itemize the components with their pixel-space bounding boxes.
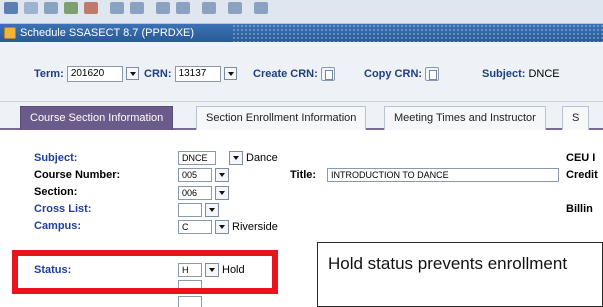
ceu-label: CEU I [566,152,596,164]
course-number-dropdown-icon[interactable] [215,168,229,182]
tab-course-section-information[interactable]: Course Section Information [20,106,174,130]
tab-next[interactable]: S [562,106,590,130]
create-crn-label: Create CRN: [253,68,318,80]
course-number-input[interactable]: 005 [178,168,212,182]
insert-record-icon[interactable] [64,2,78,14]
crn-dropdown-icon[interactable] [223,67,237,80]
status-highlight-box [12,250,278,294]
subject-key-group: Subject: DNCE [482,66,560,82]
section-input[interactable]: 006 [178,186,212,200]
campus-input[interactable]: C [178,220,212,234]
rollback-icon[interactable] [24,2,38,14]
title-label: Title: [290,169,317,181]
tab-section-enrollment-information[interactable]: Section Enrollment Information [196,106,367,130]
subject-key-value: DNCE [528,68,560,80]
block-icon[interactable] [110,2,124,14]
credit-label: Credit [566,169,598,181]
copy-crn-group: Copy CRN: [364,66,440,82]
term-field-group: Term: 201620 [34,66,139,82]
crn-input[interactable]: 13137 [174,66,221,82]
section-dropdown-icon[interactable] [215,186,229,200]
crn-label: CRN: [144,68,172,80]
cross-list-label[interactable]: Cross List: [34,203,91,215]
term-dropdown-icon[interactable] [125,67,139,80]
tab-meeting-times-and-instructor[interactable]: Meeting Times and Instructor [384,106,546,130]
subject-key-label: Subject: [482,68,526,80]
form-icon [4,27,16,39]
title-input[interactable]: INTRODUCTION TO DANCE [327,168,559,182]
campus-dropdown-icon[interactable] [215,220,229,234]
save-icon[interactable] [4,2,18,14]
cross-list-input[interactable] [178,203,202,217]
key-block: Term: 201620 CRN: 13137 Create CRN: Copy… [0,42,603,102]
create-crn-group: Create CRN: [253,66,335,82]
toolbar [0,0,603,24]
course-number-label: Course Number: [34,169,121,181]
subject-label[interactable]: Subject: [34,152,77,164]
window-title: Schedule SSASECT 8.7 (PPRDXE) [20,27,195,39]
next-block-icon[interactable] [130,2,144,14]
billing-label: Billin [566,203,593,215]
tools-icon[interactable] [202,2,216,14]
hold-status-callout: Hold status prevents enrollment [317,242,603,307]
filter-icon[interactable] [176,2,190,14]
remove-record-icon[interactable] [84,2,98,14]
term-label: Term: [34,68,64,80]
subject-description: Dance [246,152,278,164]
subject-input[interactable]: DNCE [178,151,216,165]
tab-strip: Course Section Information Section Enrol… [0,102,603,130]
term-input[interactable]: 201620 [66,66,123,82]
cross-list-dropdown-icon[interactable] [205,203,219,217]
campus-label[interactable]: Campus: [34,220,81,232]
help-icon[interactable] [228,2,242,14]
extra-icon[interactable] [254,2,268,14]
copy-crn-label: Copy CRN: [364,68,423,80]
search-icon[interactable] [156,2,170,14]
instructional-method-input[interactable] [178,296,202,307]
crn-field-group: CRN: 13137 [144,66,237,82]
section-label: Section: [34,186,78,198]
subject-dropdown-icon[interactable] [229,151,243,165]
title-bar-pattern [232,24,603,42]
create-crn-icon[interactable] [320,67,335,81]
window-title-bar: Schedule SSASECT 8.7 (PPRDXE) [0,24,603,42]
print-icon[interactable] [44,2,58,14]
campus-description: Riverside [232,221,278,233]
copy-crn-icon[interactable] [425,67,440,81]
